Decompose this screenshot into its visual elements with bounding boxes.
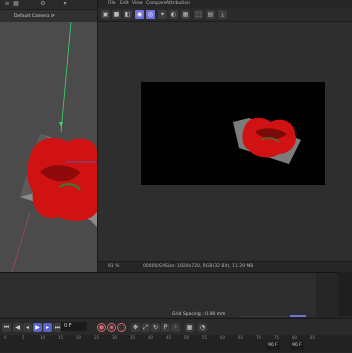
single-pass-icon[interactable]: ◉	[135, 10, 144, 19]
layers-icon[interactable]: ◧	[123, 10, 132, 19]
point-level-icon[interactable]: ⁘	[171, 323, 180, 332]
key-grid-icon[interactable]: ▦	[185, 323, 194, 332]
param-key-icon[interactable]: P	[161, 323, 170, 332]
menu-view[interactable]: View	[132, 1, 143, 6]
playback-controls: ⏮ ◀ ◂ ▶ ▸ ⏭ ● ◉ ◌ ✥ ⤢ ↻ P ⁘ ▦ ◔	[0, 318, 352, 336]
go-to-start-icon[interactable]: ⏮	[2, 323, 11, 332]
ruler-tick: 40	[148, 335, 154, 340]
camera-label[interactable]: Default Camera ⟳	[14, 14, 55, 19]
export-icon[interactable]: ⤓	[218, 10, 227, 19]
ruler-tick: 65	[238, 335, 244, 340]
channel-icon[interactable]: ✦	[158, 10, 167, 19]
ruler-tick: 70	[256, 335, 262, 340]
menu-attribution[interactable]: Attribution	[166, 1, 190, 6]
ruler-tick: 20	[76, 335, 82, 340]
viewer-statusbar: 81 % 00000/GA Size: 1920x720, RGB(32 Bit…	[98, 261, 352, 272]
scale-key-icon[interactable]: ⤢	[141, 323, 150, 332]
viewport-header: ≡ ▦ ⚙ ▾ Default Camera ⟳	[0, 0, 97, 22]
next-frame-icon[interactable]: ▸	[43, 323, 52, 332]
grid-spacing-label: Grid Spacing : 0.08 mm	[172, 312, 226, 317]
menu-file[interactable]: File	[108, 1, 116, 6]
3d-viewport[interactable]: ≡ ▦ ⚙ ▾ Default Camera ⟳	[0, 0, 97, 316]
image-size: Size: 1920x720, RGB(32 Bit), 11.29 MB	[165, 264, 254, 269]
timeline-track[interactable]	[0, 273, 316, 317]
render-image[interactable]	[141, 82, 325, 185]
prev-frame-icon[interactable]: ◂	[23, 323, 32, 332]
ruler-tick: 25	[94, 335, 100, 340]
menu-icon[interactable]: ≡	[4, 1, 10, 7]
expand-icon[interactable]: ▾	[62, 1, 68, 7]
ruler-tick: 55	[202, 335, 208, 340]
stop-icon[interactable]: ■	[112, 10, 121, 19]
autokey-icon[interactable]: ◉	[107, 323, 116, 332]
rotation-key-icon[interactable]: ↻	[151, 323, 160, 332]
pixel-color: 00000/GA	[143, 264, 166, 269]
picture-viewer: File Edit View Compare Attribution ▣ ■ ◧…	[97, 0, 352, 272]
viewer-menubar: File Edit View Compare Attribution	[98, 0, 352, 8]
current-frame-field[interactable]: 0 F	[61, 322, 87, 331]
record-icon[interactable]: ●	[97, 323, 106, 332]
ruler-tick: 5	[22, 335, 25, 340]
ruler-tick: 15	[58, 335, 64, 340]
render-preview	[233, 117, 301, 164]
filter-icon[interactable]: ◐	[169, 10, 178, 19]
snapshot-icon[interactable]: ▤	[206, 10, 215, 19]
menu-compare[interactable]: Compare	[146, 1, 166, 6]
viewer-toolbar: ▣ ■ ◧ ◉ ◎ ✦ ◐ ▦ ⬚ ▤ ⤓	[98, 8, 352, 22]
timeline-scroll-track[interactable]	[240, 316, 290, 317]
attributes-panel-edge	[338, 272, 352, 316]
ruler-tick: 85	[310, 335, 316, 340]
region-icon[interactable]: ⬚	[194, 10, 203, 19]
motion-icon[interactable]: ◔	[198, 323, 207, 332]
timeline-scroll-handle[interactable]	[290, 315, 306, 317]
prev-key-icon[interactable]: ◀	[13, 323, 22, 332]
ab-compare-icon[interactable]: ◎	[146, 10, 155, 19]
range-end-field[interactable]: 90 F	[290, 342, 304, 350]
ruler-tick: 35	[130, 335, 136, 340]
menu-edit[interactable]: Edit	[120, 1, 129, 6]
zoom-level[interactable]: 81 %	[108, 264, 119, 269]
y-axis-line	[60, 21, 72, 133]
camera-name: Default Camera	[14, 14, 50, 19]
range-start-field[interactable]: 90 F	[266, 342, 280, 350]
ruler-tick: 0	[4, 335, 7, 340]
y-axis-handle	[59, 122, 63, 127]
ruler-tick: 30	[112, 335, 118, 340]
render-icon[interactable]: ▣	[101, 10, 110, 19]
ruler-tick: 10	[40, 335, 46, 340]
grid-icon[interactable]: ▦	[13, 1, 19, 7]
ruler-tick: 45	[166, 335, 172, 340]
keyframe-selection-icon[interactable]: ◌	[117, 323, 126, 332]
camera-menu-icon: ⟳	[50, 14, 55, 19]
ruler-tick: 75	[274, 335, 280, 340]
settings-icon[interactable]: ⚙	[40, 1, 46, 7]
ruler-tick: 60	[220, 335, 226, 340]
grid-toggle-icon[interactable]: ▦	[181, 10, 190, 19]
ruler-tick: 50	[184, 335, 190, 340]
position-key-icon[interactable]: ✥	[131, 323, 140, 332]
ruler-tick: 80	[292, 335, 298, 340]
viewport-toolbar: ≡ ▦ ⚙ ▾	[0, 0, 97, 10]
play-icon[interactable]: ▶	[33, 323, 42, 332]
